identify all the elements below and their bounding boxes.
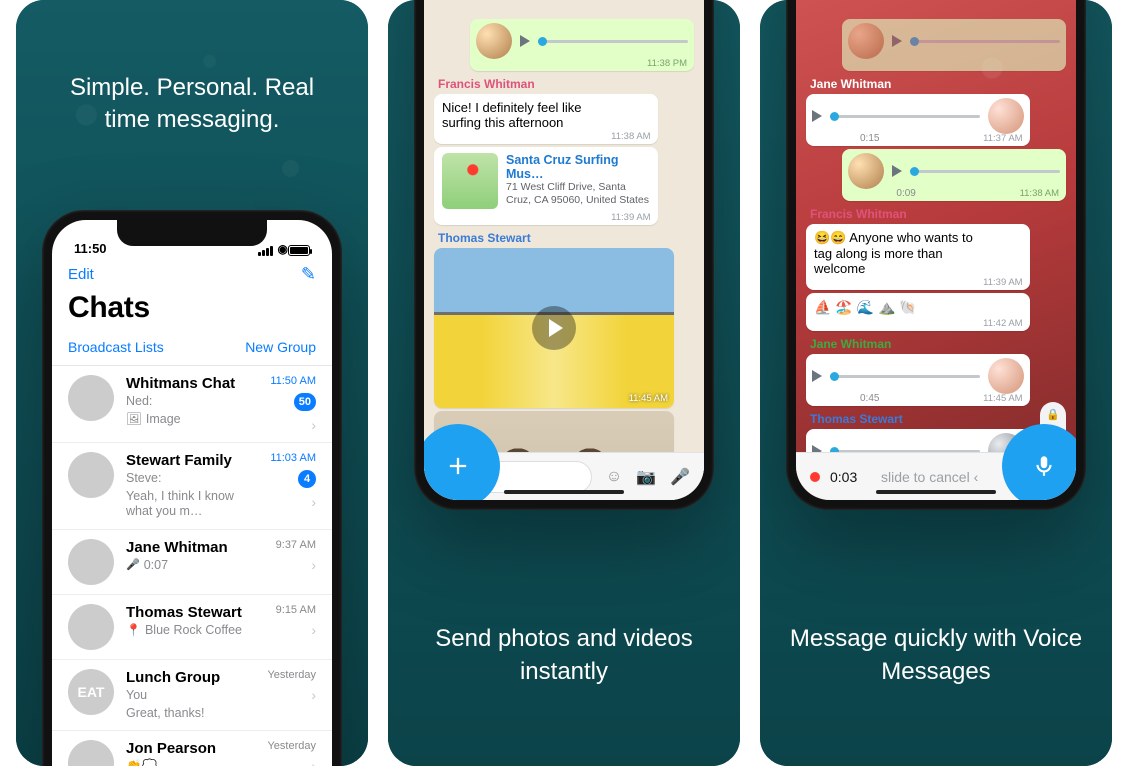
sender-name: Thomas Stewart bbox=[810, 412, 1062, 426]
phone-frame-1: 11:50 ◉ Edit ✎ Chats Broadcast Lists New… bbox=[42, 210, 342, 766]
new-group-link[interactable]: New Group bbox=[245, 339, 316, 355]
media-chat-screen: 11:38 PM Francis Whitman Nice! I definit… bbox=[424, 0, 704, 500]
slide-3-headline: Message quickly with Voice Messages bbox=[760, 623, 1112, 688]
status-time: 11:50 bbox=[74, 241, 107, 256]
voice-chat-screen: Jane Whitman 0:15 11:37 AM 0:09 bbox=[796, 0, 1076, 500]
chevron-right-icon: › bbox=[311, 494, 316, 510]
voice-message-in[interactable]: 0:45 11:45 AM bbox=[806, 354, 1030, 406]
chat-row[interactable]: Whitmans Chat Ned: 🖼Image 11:50 AM 50 › bbox=[52, 366, 332, 443]
slide-1: Simple. Personal. Real time messaging. 1… bbox=[16, 0, 368, 766]
image-icon: 🖼 bbox=[126, 412, 142, 428]
sender-name: Francis Whitman bbox=[810, 207, 1062, 221]
play-icon[interactable] bbox=[892, 35, 902, 47]
sender-name: Jane Whitman bbox=[810, 337, 1062, 351]
video-message[interactable]: 11:45 AM bbox=[434, 248, 674, 408]
play-overlay-icon[interactable] bbox=[434, 248, 674, 408]
chat-name: Whitmans Chat bbox=[126, 375, 235, 392]
mic-icon: 🎤 bbox=[126, 559, 140, 573]
map-thumbnail bbox=[442, 153, 498, 209]
edit-button[interactable]: Edit bbox=[68, 266, 94, 283]
unread-badge: 50 bbox=[294, 393, 316, 411]
chevron-right-icon: › bbox=[311, 417, 316, 433]
location-message[interactable]: Santa Cruz Surfing Mus… 71 West Cliff Dr… bbox=[434, 147, 658, 225]
voice-message-in[interactable]: 0:15 11:37 AM bbox=[806, 94, 1030, 146]
avatar bbox=[68, 375, 114, 421]
cellular-icon bbox=[258, 246, 273, 256]
voice-message-out[interactable]: 0:09 11:38 AM bbox=[842, 149, 1066, 201]
phone-frame-2: 11:38 PM Francis Whitman Nice! I definit… bbox=[414, 0, 714, 510]
sticker-icon[interactable]: ☺ bbox=[606, 468, 622, 486]
wifi-icon: ◉ bbox=[278, 242, 288, 256]
mic-icon[interactable]: 🎤 bbox=[670, 467, 690, 487]
avatar bbox=[68, 452, 114, 498]
slide-2: 11:38 PM Francis Whitman Nice! I definit… bbox=[388, 0, 740, 766]
recording-indicator-icon bbox=[810, 472, 820, 482]
avatar bbox=[68, 740, 114, 766]
play-icon[interactable] bbox=[812, 110, 822, 122]
sender-name: Thomas Stewart bbox=[438, 231, 690, 245]
chat-row[interactable]: Stewart Family Steve: Yeah, I think I kn… bbox=[52, 443, 332, 530]
chat-row[interactable]: Jon Pearson 👏💭 Yesterday› bbox=[52, 731, 332, 766]
play-icon[interactable] bbox=[892, 165, 902, 177]
record-duration: 0:03 bbox=[830, 469, 857, 485]
play-icon[interactable] bbox=[520, 35, 530, 47]
chat-time: 11:50 AM bbox=[270, 375, 316, 387]
voice-message-in[interactable]: 0:18 11:46 AM bbox=[806, 429, 1030, 452]
chat-row[interactable]: EAT Lunch Group You Great, thanks! Yeste… bbox=[52, 660, 332, 731]
chat-row[interactable]: Jane Whitman 🎤0:07 9:37 AM› bbox=[52, 530, 332, 595]
text-message-in[interactable]: Nice! I definitely feel like surfing thi… bbox=[434, 94, 658, 144]
play-icon[interactable] bbox=[812, 445, 822, 452]
voice-message-out[interactable] bbox=[842, 19, 1066, 71]
lock-icon: 🔒 bbox=[1046, 408, 1060, 421]
avatar bbox=[68, 539, 114, 585]
avatar: EAT bbox=[68, 669, 114, 715]
slide-1-headline: Simple. Personal. Real time messaging. bbox=[16, 72, 368, 137]
text-message-in[interactable]: 😆😄 Anyone who wants to tag along is more… bbox=[806, 224, 1030, 290]
page-title: Chats bbox=[52, 287, 332, 333]
sender-name: Jane Whitman bbox=[810, 77, 1062, 91]
unread-badge: 4 bbox=[298, 470, 316, 488]
slide-2-headline: Send photos and videos instantly bbox=[388, 623, 740, 688]
play-icon[interactable] bbox=[812, 370, 822, 382]
voice-message-out[interactable]: 11:38 PM bbox=[470, 19, 694, 71]
camera-icon[interactable]: 📷 bbox=[636, 467, 656, 487]
slide-to-cancel[interactable]: slide to cancel ‹ bbox=[867, 469, 992, 485]
battery-icon bbox=[288, 245, 310, 256]
chat-row[interactable]: Thomas Stewart 📍Blue Rock Coffee 9:15 AM… bbox=[52, 595, 332, 660]
chats-screen: 11:50 ◉ Edit ✎ Chats Broadcast Lists New… bbox=[52, 220, 332, 766]
phone-frame-3: Jane Whitman 0:15 11:37 AM 0:09 bbox=[786, 0, 1086, 510]
chat-list: Whitmans Chat Ned: 🖼Image 11:50 AM 50 › bbox=[52, 366, 332, 766]
avatar bbox=[68, 604, 114, 650]
location-pin-icon: 📍 bbox=[126, 623, 141, 638]
sender-name: Francis Whitman bbox=[438, 77, 690, 91]
sticker-row: ⛵️ 🏖️ 🌊 ⛰️ 🐚 11:42 AM bbox=[806, 293, 1030, 331]
slide-3: Jane Whitman 0:15 11:37 AM 0:09 bbox=[760, 0, 1112, 766]
broadcast-lists-link[interactable]: Broadcast Lists bbox=[68, 339, 164, 355]
compose-icon[interactable]: ✎ bbox=[301, 264, 316, 285]
